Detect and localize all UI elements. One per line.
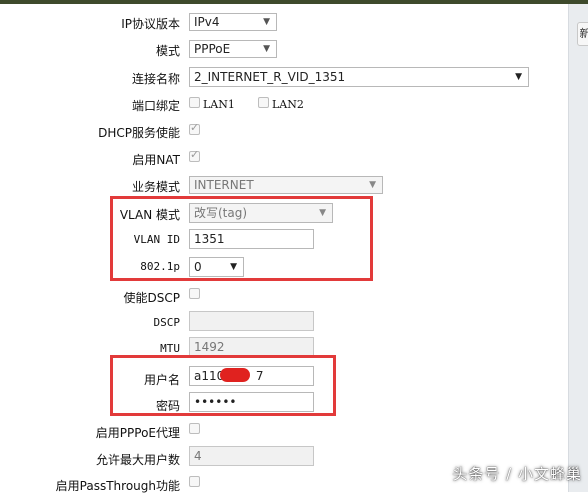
dscp-label: DSCP — [153, 316, 181, 329]
pppoe-proxy-label: 启用PPPoE代理 — [95, 426, 180, 440]
connection-name-value: 2_INTERNET_R_VID_1351 — [194, 70, 346, 84]
service-mode-label: 业务模式 — [131, 180, 180, 194]
passthrough-checkbox[interactable] — [189, 476, 200, 487]
top-bar — [0, 0, 588, 4]
ip-version-value: IPv4 — [194, 15, 220, 29]
connection-name-select[interactable]: 2_INTERNET_R_VID_1351 ▼ — [189, 67, 529, 87]
mode-label: 模式 — [155, 44, 180, 58]
vlan-highlight-box — [110, 196, 373, 281]
pppoe-proxy-checkbox[interactable] — [189, 423, 200, 434]
chevron-down-icon: ▼ — [369, 180, 376, 190]
lan2-checkbox[interactable] — [258, 97, 269, 108]
dscp-enable-checkbox[interactable] — [189, 288, 200, 299]
dhcp-checkbox[interactable] — [189, 121, 200, 135]
credentials-highlight-box — [110, 355, 336, 416]
max-users-label: 允许最大用户数 — [95, 453, 180, 467]
dhcp-label: DHCP服务使能 — [98, 126, 180, 140]
right-panel-button[interactable]: 新 — [577, 22, 588, 46]
dscp-input[interactable] — [189, 311, 314, 331]
mode-select[interactable]: PPPoE ▼ — [189, 40, 277, 58]
lan1-label: LAN1 — [203, 98, 235, 111]
passthrough-label: 启用PassThrough功能 — [55, 479, 180, 493]
right-panel-strip: 新 — [568, 4, 588, 492]
port-binding-label: 端口绑定 — [131, 99, 180, 113]
max-users-input[interactable]: 4 — [189, 446, 314, 466]
ip-version-select[interactable]: IPv4 ▼ — [189, 13, 277, 31]
mode-value: PPPoE — [194, 42, 231, 56]
nat-label: 启用NAT — [132, 153, 180, 167]
service-mode-value: INTERNET — [194, 178, 254, 192]
ip-version-label: IP协议版本 — [121, 17, 180, 31]
service-mode-select[interactable]: INTERNET ▼ — [189, 176, 383, 194]
chevron-down-icon: ▼ — [263, 17, 270, 27]
chevron-down-icon: ▼ — [515, 72, 522, 82]
mtu-input[interactable]: 1492 — [189, 337, 314, 357]
chevron-down-icon: ▼ — [263, 44, 270, 54]
nat-checkbox[interactable] — [189, 148, 200, 162]
mtu-label: MTU — [160, 342, 180, 355]
connection-name-label: 连接名称 — [131, 72, 180, 86]
lan2-label: LAN2 — [272, 98, 304, 111]
dscp-enable-label: 使能DSCP — [123, 291, 180, 305]
lan1-checkbox[interactable] — [189, 97, 200, 108]
watermark: 头条号 / 小文蜂巢 — [452, 465, 582, 483]
